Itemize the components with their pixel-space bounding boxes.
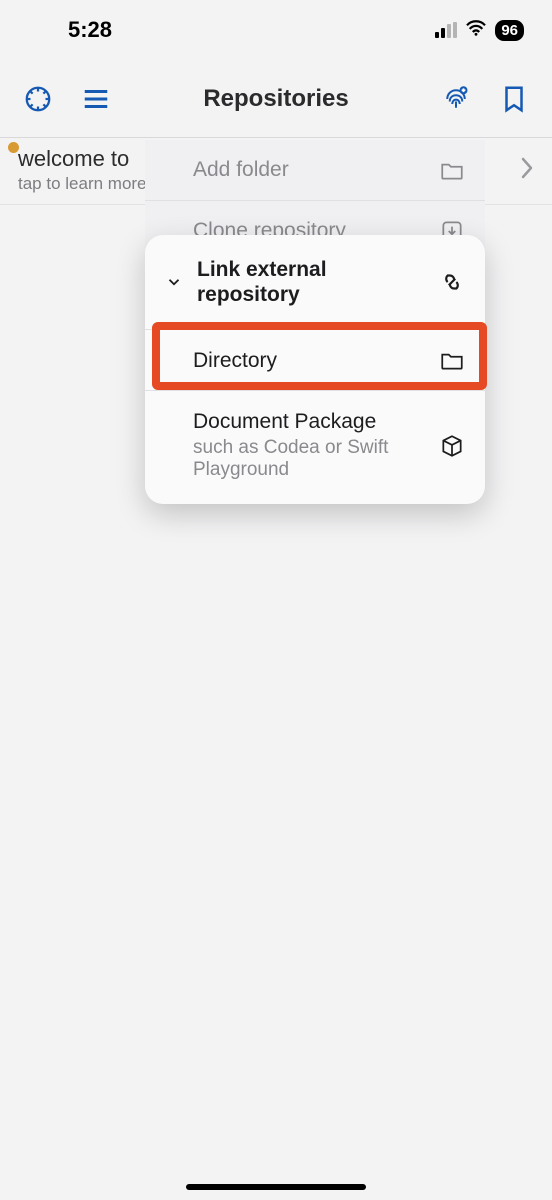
folder-icon [439, 157, 465, 183]
chevron-down-icon [165, 273, 183, 291]
menu-label: Add folder [193, 157, 425, 182]
bookmark-button[interactable] [496, 81, 532, 117]
menu-item-add-folder[interactable]: Add folder [145, 140, 485, 200]
welcome-subtitle: tap to learn more [18, 174, 147, 194]
folder-icon [439, 347, 465, 373]
menu-label: Directory [193, 348, 425, 373]
chevron-right-icon [520, 157, 534, 184]
status-icons: 96 [435, 19, 524, 42]
welcome-title: welcome to [18, 146, 147, 172]
cellular-icon [435, 22, 457, 38]
menu-item-document-package[interactable]: Document Package such as Codea or Swift … [145, 391, 485, 504]
bookmark-icon [499, 84, 529, 114]
menu-sublabel: such as Codea or Swift Playground [193, 437, 425, 483]
menu-button[interactable] [78, 81, 114, 117]
wifi-icon [465, 19, 487, 42]
link-icon [439, 269, 465, 295]
package-icon [439, 433, 465, 459]
biometric-button[interactable] [438, 81, 474, 117]
battery-level: 96 [501, 22, 518, 39]
nav-bar: Repositories [0, 60, 552, 138]
status-time: 5:28 [28, 17, 112, 43]
menu-item-link-external[interactable]: Link external repository [145, 235, 485, 329]
status-bar: 5:28 96 [0, 0, 552, 60]
fingerprint-icon [441, 84, 471, 114]
home-indicator[interactable] [186, 1184, 366, 1190]
settings-button[interactable] [20, 81, 56, 117]
menu-label: Document Package [193, 409, 425, 434]
context-menu: Link external repository Directory Docum… [145, 235, 485, 504]
hamburger-icon [81, 84, 111, 114]
unread-dot-icon [8, 142, 19, 153]
menu-item-directory[interactable]: Directory [145, 330, 485, 390]
menu-label: Link external repository [197, 257, 425, 307]
battery-indicator: 96 [495, 20, 524, 41]
gear-icon [23, 84, 53, 114]
